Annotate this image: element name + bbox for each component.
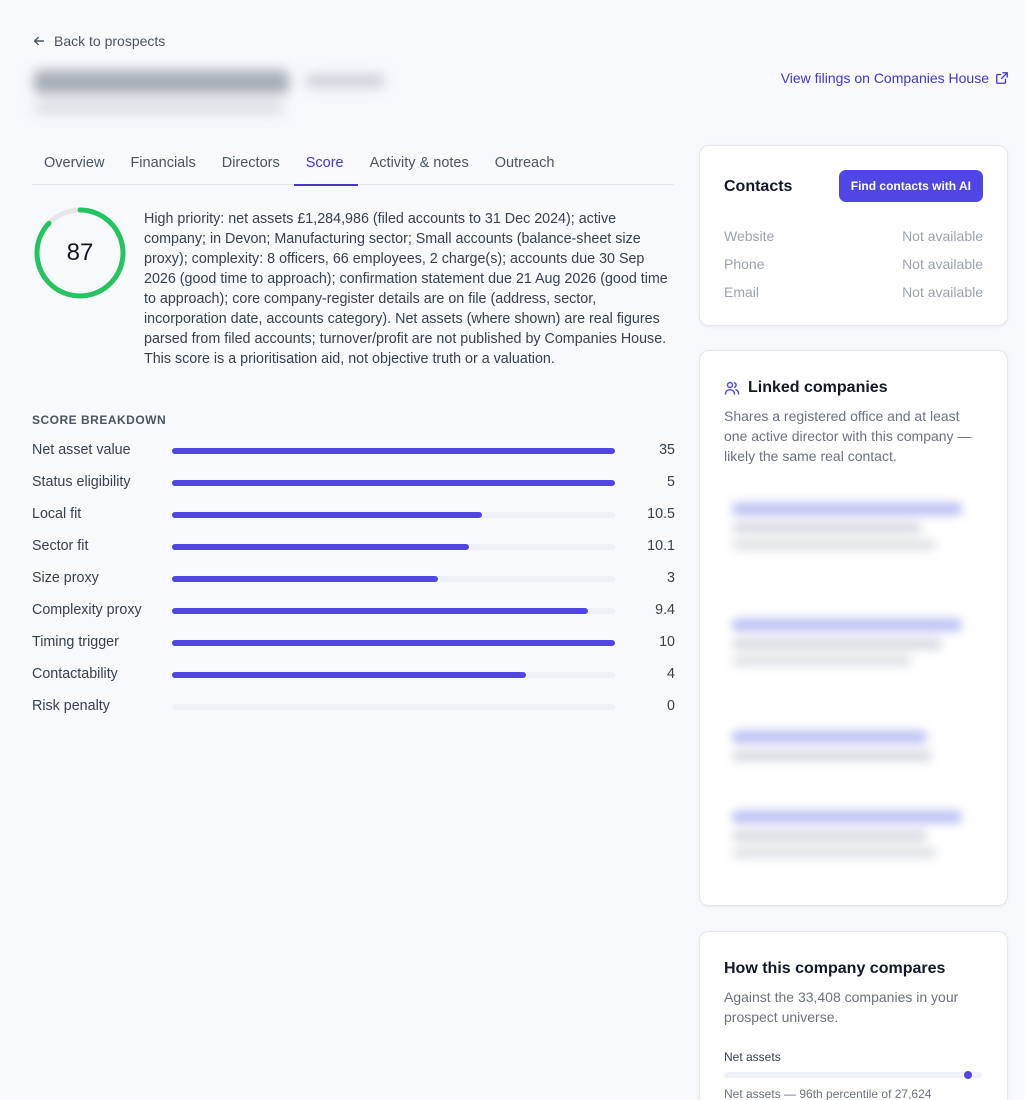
contact-key: Email [724,284,760,300]
tab-bar: Overview Financials Directors Score Acti… [32,145,674,186]
score-row: Contactability 4 [32,664,675,696]
contact-key: Phone [724,256,765,272]
score-bar-track [172,448,615,454]
score-row-value: 10.1 [647,538,675,554]
score-row-label: Status eligibility [32,474,131,490]
score-row-value: 5 [667,474,675,490]
score-row: Complexity proxy 9.4 [32,600,675,632]
score-row-value: 10.5 [647,506,675,522]
tab-overview[interactable]: Overview [32,145,118,185]
score-bar-track [172,672,615,678]
score-bar-track [172,608,615,614]
linked-companies-card: Linked companies Shares a registered off… [699,350,1008,906]
score-bar-track [172,704,615,710]
tab-activity-notes[interactable]: Activity & notes [358,145,483,185]
score-row: Risk penalty 0 [32,696,675,728]
score-value: 87 [66,239,94,266]
score-summary: High priority: net assets £1,284,986 (fi… [144,211,668,367]
metric-note: Net assets — 96th percentile of 27,624 [724,1087,932,1100]
score-bar-fill [172,480,615,486]
score-row: Timing trigger 10 [32,632,675,664]
metric-label: Net assets [724,1050,781,1064]
users-icon [724,381,740,395]
tab-directors[interactable]: Directors [210,145,294,185]
score-breakdown-list: Net asset value 35 Status eligibility 5 … [32,440,675,728]
score-bar-track [172,640,615,646]
contact-row-website: Website Not available [724,228,983,244]
score-bar-track [172,512,615,518]
contacts-card: Contacts Find contacts with AI Website N… [699,145,1008,326]
score-row-label: Complexity proxy [32,602,142,618]
score-row-label: Size proxy [32,570,99,586]
score-bar-fill [172,672,527,678]
score-row-value: 35 [659,442,675,458]
company-name-redacted [30,62,395,124]
score-row-value: 10 [659,634,675,650]
filings-label: View filings on Companies House [780,70,989,86]
tab-score[interactable]: Score [293,145,358,186]
contact-row-email: Email Not available [724,284,983,300]
score-row: Net asset value 35 [32,440,675,472]
percentile-marker [963,1071,972,1079]
arrow-left-icon [33,36,45,46]
score-bar-fill [172,640,615,646]
score-row-label: Timing trigger [32,634,119,650]
contact-value: Not available [902,256,983,272]
contact-row-phone: Phone Not available [724,256,983,272]
linked-companies-title: Linked companies [748,379,888,396]
score-row-value: 9.4 [655,602,675,618]
score-row-label: Contactability [32,666,118,682]
score-bar-fill [172,512,483,518]
linked-companies-header: Linked companies [724,379,888,397]
contact-key: Website [724,228,775,244]
score-bar-track [172,480,615,486]
percentile-track [724,1071,982,1079]
compare-description: Against the 33,408 companies in your pro… [724,989,959,1025]
score-row: Status eligibility 5 [32,472,675,504]
contact-value: Not available [902,284,983,300]
company-compare-card: How this company compares Against the 33… [699,931,1008,1100]
back-label: Back to prospects [54,33,166,49]
tab-outreach[interactable]: Outreach [483,145,569,185]
score-row-label: Risk penalty [32,698,110,714]
score-bar-track [172,576,615,582]
score-bar-fill [172,608,589,614]
score-row-value: 4 [667,666,675,682]
linked-company-item-redacted[interactable] [732,503,962,550]
compare-title: How this company compares [724,960,946,977]
contacts-title: Contacts [724,178,793,195]
score-bar-fill [172,576,438,582]
linked-company-item-redacted[interactable] [732,619,962,666]
score-row-label: Local fit [32,506,82,522]
score-bar-fill [172,448,615,454]
score-bar-track [172,544,615,550]
score-row: Local fit 10.5 [32,504,675,536]
score-row: Sector fit 10.1 [32,536,675,568]
score-row-label: Net asset value [32,442,131,458]
score-row-label: Sector fit [32,538,89,554]
view-filings-link[interactable]: View filings on Companies House [781,70,1009,86]
external-link-icon [996,72,1008,84]
contact-value: Not available [902,228,983,244]
linked-company-item-redacted[interactable] [732,731,962,768]
score-row: Size proxy 3 [32,568,675,600]
linked-companies-description: Shares a registered office and at least … [724,408,972,464]
linked-company-item-redacted[interactable] [732,811,962,858]
score-row-value: 3 [667,570,675,586]
find-contacts-ai-button[interactable]: Find contacts with AI [838,170,983,202]
breakdown-title: SCORE BREAKDOWN [32,413,167,427]
tab-financials[interactable]: Financials [118,145,209,185]
score-bar-fill [172,544,469,550]
score-row-value: 0 [667,698,675,714]
back-to-prospects-link[interactable]: Back to prospects [32,33,165,49]
